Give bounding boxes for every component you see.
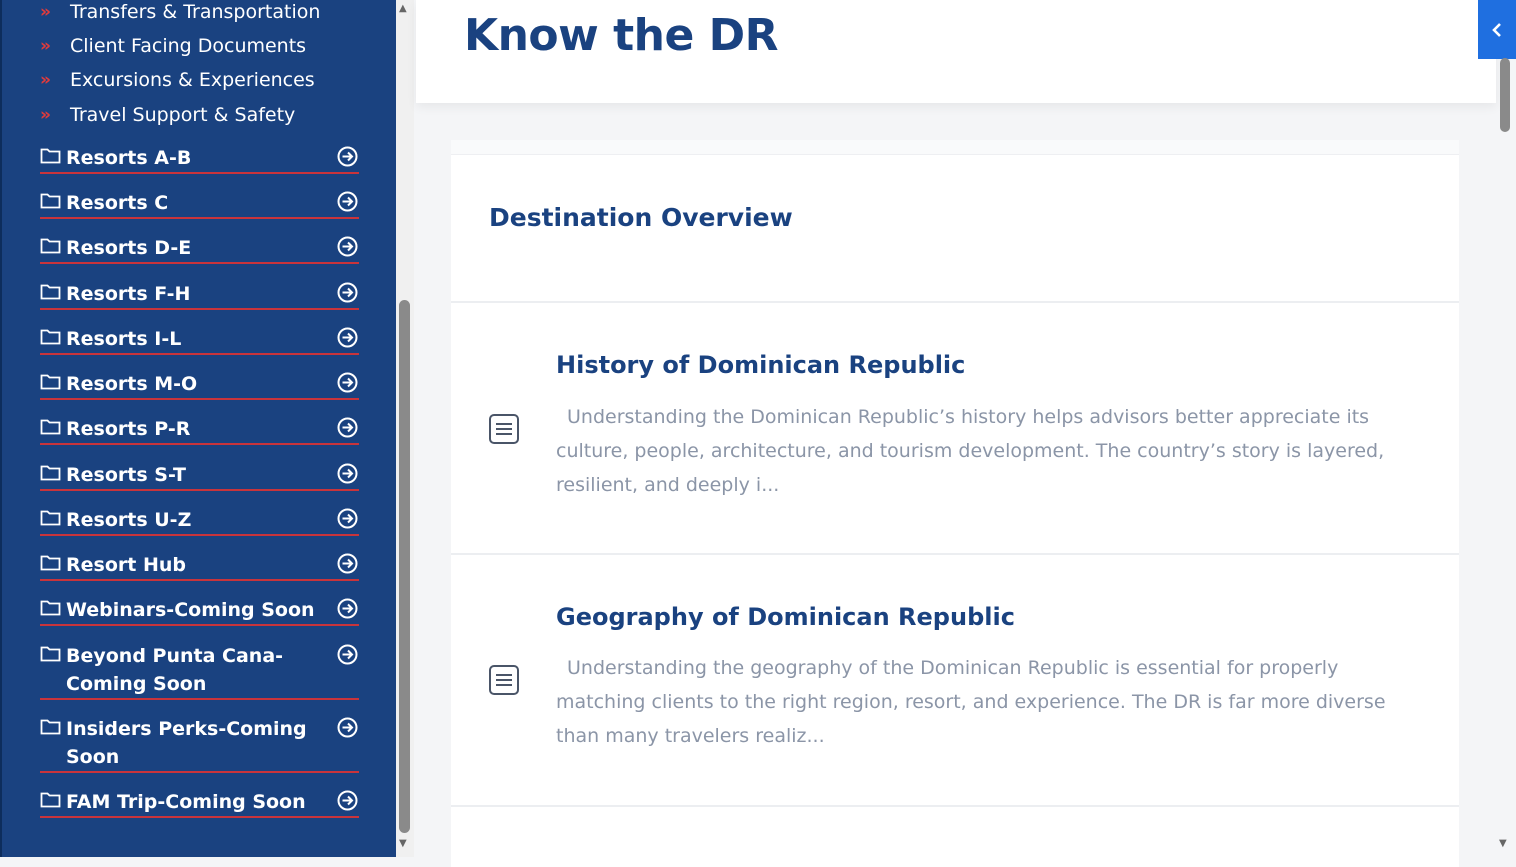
circle-arrow-right-icon[interactable] <box>337 463 359 488</box>
circle-arrow-right-icon[interactable] <box>337 191 359 216</box>
sidebar-subitem-excursions[interactable]: » Excursions & Experiences <box>40 68 315 92</box>
sidebar-folder-resorts-u-z[interactable]: Resorts U-Z <box>40 506 359 536</box>
sidebar-folder-resorts-m-o[interactable]: Resorts M-O <box>40 370 359 400</box>
scroll-down-arrow-icon[interactable]: ▼ <box>1499 838 1507 849</box>
sidebar-folder-label-line: Soon <box>66 746 120 768</box>
circle-arrow-right-icon[interactable] <box>337 327 359 352</box>
sidebar-subitem-label: Client Facing Documents <box>70 35 307 57</box>
folder-icon <box>40 283 66 304</box>
sidebar-folder-label: Resorts C <box>66 192 169 214</box>
sidebar-subitem-label: Travel Support & Safety <box>70 104 296 126</box>
double-chevron-right-icon: » <box>40 36 51 56</box>
folder-icon <box>40 147 66 168</box>
sidebar: » Transfers & Transportation » Client Fa… <box>0 0 396 857</box>
circle-arrow-right-icon[interactable] <box>337 553 359 578</box>
sidebar-folder-insiders-perks[interactable]: Insiders Perks-Coming Soon <box>40 715 359 773</box>
circle-arrow-right-icon[interactable] <box>337 146 359 171</box>
document-icon <box>488 664 520 700</box>
sidebar-subitem-transfers[interactable]: » Transfers & Transportation <box>40 0 320 24</box>
sidebar-folder-label: Insiders Perks-Coming Soon <box>66 715 337 771</box>
circle-arrow-right-icon[interactable] <box>337 644 359 669</box>
folder-icon <box>40 328 66 349</box>
article-title[interactable]: History of Dominican Republic <box>556 351 965 379</box>
folder-icon <box>40 718 66 739</box>
article-title[interactable]: Geography of Dominican Republic <box>556 603 1015 631</box>
article-card[interactable] <box>451 807 1459 867</box>
sidebar-subitem-travel-support[interactable]: » Travel Support & Safety <box>40 103 295 127</box>
sidebar-folder-label: Resorts A-B <box>66 147 192 169</box>
sidebar-subitem-label: Transfers & Transportation <box>70 1 321 23</box>
article-card[interactable]: History of Dominican Republic Understand… <box>451 303 1459 555</box>
sidebar-folder-fam-trip[interactable]: FAM Trip-Coming Soon <box>40 788 359 818</box>
sidebar-folder-label-line: Beyond Punta Cana- <box>66 645 284 667</box>
circle-arrow-right-icon[interactable] <box>337 717 359 742</box>
scroll-down-arrow-icon[interactable]: ▼ <box>399 838 407 849</box>
folder-icon <box>40 464 66 485</box>
sidebar-folder-resorts-a-b[interactable]: Resorts A-B <box>40 144 359 174</box>
section-title: Destination Overview <box>489 203 793 232</box>
sidebar-folder-label: FAM Trip-Coming Soon <box>66 791 306 813</box>
sidebar-folder-beyond-punta-cana[interactable]: Beyond Punta Cana- Coming Soon <box>40 642 359 700</box>
double-chevron-right-icon: » <box>40 2 51 22</box>
folder-icon <box>40 554 66 575</box>
sidebar-folder-label: Resorts S-T <box>66 464 186 486</box>
collapse-panel-button[interactable] <box>1478 0 1516 59</box>
sidebar-subitem-label: Excursions & Experiences <box>70 69 315 91</box>
document-icon <box>488 413 520 449</box>
folder-icon <box>40 192 66 213</box>
chevron-left-icon <box>1492 22 1501 37</box>
card-top-strip <box>451 140 1459 155</box>
folder-icon <box>40 645 66 666</box>
sidebar-folder-label: Resorts F-H <box>66 283 191 305</box>
sidebar-folder-label: Webinars-Coming Soon <box>66 599 315 621</box>
article-excerpt: Understanding the Dominican Republic’s h… <box>556 406 1385 496</box>
sidebar-scrollbar-thumb[interactable] <box>399 300 410 833</box>
destination-overview-section: Destination Overview <box>451 155 1459 303</box>
page-title: Know the DR <box>464 10 779 61</box>
circle-arrow-right-icon[interactable] <box>337 236 359 261</box>
sidebar-folder-label: Beyond Punta Cana- Coming Soon <box>66 642 337 698</box>
scroll-up-arrow-icon[interactable]: ▲ <box>399 3 407 14</box>
sidebar-folder-resorts-i-l[interactable]: Resorts I-L <box>40 325 359 355</box>
sidebar-folder-label: Resorts P-R <box>66 418 191 440</box>
circle-arrow-right-icon[interactable] <box>337 372 359 397</box>
folder-icon <box>40 418 66 439</box>
sidebar-folder-label: Resorts I-L <box>66 328 182 350</box>
folder-icon <box>40 599 66 620</box>
sidebar-folder-label: Resorts D-E <box>66 237 192 259</box>
sidebar-folder-label-line: Insiders Perks-Coming <box>66 718 307 740</box>
sidebar-folder-webinars[interactable]: Webinars-Coming Soon <box>40 596 359 626</box>
sidebar-folder-label: Resorts U-Z <box>66 509 192 531</box>
circle-arrow-right-icon[interactable] <box>337 508 359 533</box>
circle-arrow-right-icon[interactable] <box>337 598 359 623</box>
circle-arrow-right-icon[interactable] <box>337 282 359 307</box>
sidebar-folder-label: Resort Hub <box>66 554 186 576</box>
sidebar-folder-resorts-c[interactable]: Resorts C <box>40 189 359 219</box>
circle-arrow-right-icon[interactable] <box>337 790 359 815</box>
article-card[interactable]: Geography of Dominican Republic Understa… <box>451 555 1459 807</box>
sidebar-folder-resorts-d-e[interactable]: Resorts D-E <box>40 234 359 264</box>
sidebar-folder-resorts-s-t[interactable]: Resorts S-T <box>40 461 359 491</box>
page-header: Know the DR <box>416 0 1496 103</box>
sidebar-subitem-client-documents[interactable]: » Client Facing Documents <box>40 34 306 58</box>
folder-icon <box>40 509 66 530</box>
sidebar-folder-resorts-p-r[interactable]: Resorts P-R <box>40 415 359 445</box>
double-chevron-right-icon: » <box>40 70 51 90</box>
main-scrollbar-thumb[interactable] <box>1500 58 1510 132</box>
folder-icon <box>40 237 66 258</box>
folder-icon <box>40 791 66 812</box>
double-chevron-right-icon: » <box>40 105 51 125</box>
sidebar-folder-resorts-f-h[interactable]: Resorts F-H <box>40 280 359 310</box>
article-excerpt: Understanding the geography of the Domin… <box>556 657 1386 747</box>
sidebar-folder-resort-hub[interactable]: Resort Hub <box>40 551 359 581</box>
folder-icon <box>40 373 66 394</box>
circle-arrow-right-icon[interactable] <box>337 417 359 442</box>
sidebar-folder-label-line: Coming Soon <box>66 673 207 695</box>
sidebar-folder-label: Resorts M-O <box>66 373 198 395</box>
